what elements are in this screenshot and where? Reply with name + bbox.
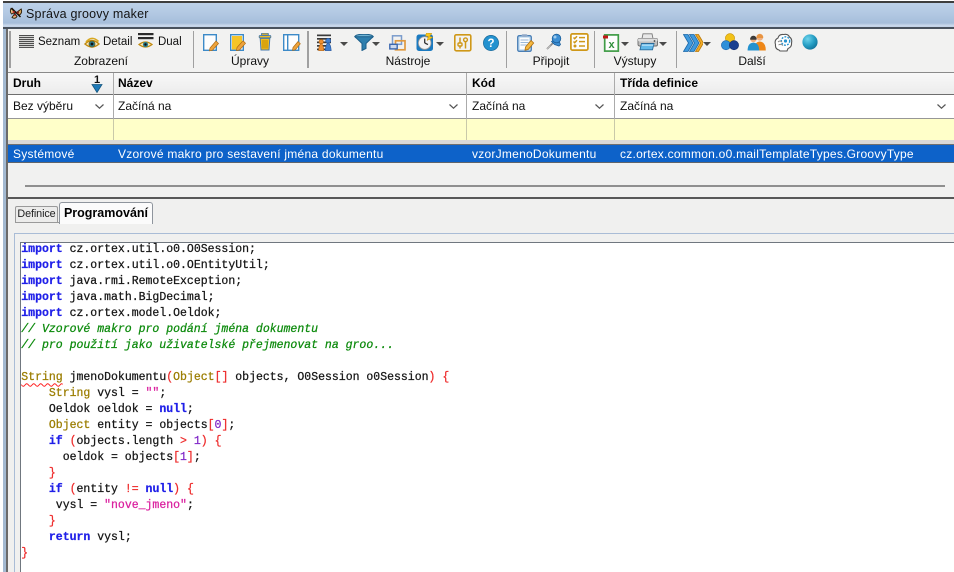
svg-text:?: ?: [487, 39, 494, 51]
svg-text:x: x: [609, 39, 616, 51]
